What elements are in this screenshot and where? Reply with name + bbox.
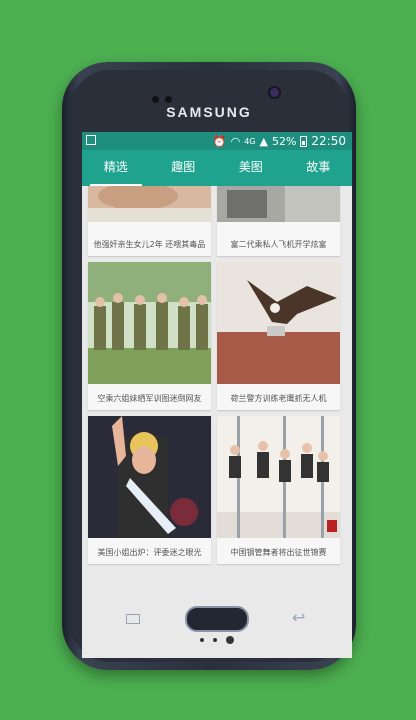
front-camera: [270, 88, 279, 97]
news-card[interactable]: 中国钢管舞者将出征世锦赛: [217, 416, 340, 564]
screen: ⏰ ◠ 4G ▲ 52% 22:50 精选 趣图 美图 故事 他强奸亲生女儿2年…: [82, 132, 352, 658]
tab-funny[interactable]: 趣图: [150, 150, 218, 186]
battery-icon: [300, 135, 308, 147]
recent-apps-icon[interactable]: [126, 614, 140, 624]
card-caption: 富二代乘私人飞机开学炫富: [230, 240, 327, 249]
card-grid: 他强奸亲生女儿2年 还喂其毒品 富二代乘私人飞机开学炫富 空乘六姐妹晒军训图迷倒…: [82, 186, 352, 658]
news-card[interactable]: 空乘六姐妹晒军训图迷倒网友: [88, 262, 211, 410]
card-caption: 空乘六姐妹晒军训图迷倒网友: [97, 394, 202, 403]
clock: 22:50: [311, 134, 346, 148]
page-dot[interactable]: [199, 637, 204, 642]
news-card[interactable]: 他强奸亲生女儿2年 还喂其毒品: [88, 186, 211, 256]
page-dot-active[interactable]: [226, 635, 235, 644]
news-card[interactable]: 荷兰警方训练老鹰抓无人机: [217, 262, 340, 410]
page-dot[interactable]: [213, 637, 217, 642]
wifi-icon: ◠: [230, 134, 241, 148]
tab-featured[interactable]: 精选: [82, 150, 150, 186]
hardware-keys: ↩: [70, 606, 348, 636]
screenshot-notification-icon: [86, 135, 96, 145]
card-caption: 荷兰警方训练老鹰抓无人机: [230, 394, 327, 403]
alarm-icon: ⏰: [212, 134, 227, 148]
tab-bar: 精选 趣图 美图 故事: [82, 150, 352, 186]
card-image: [88, 416, 211, 538]
battery-percent: 52%: [271, 134, 297, 148]
tab-stories[interactable]: 故事: [285, 150, 353, 186]
news-card[interactable]: 美国小姐出炉：评委迷之眼光: [88, 416, 211, 564]
card-image: [217, 262, 340, 384]
home-button[interactable]: [185, 606, 249, 632]
card-caption: 他强奸亲生女儿2年 还喂其毒品: [93, 240, 206, 249]
card-image: [88, 262, 211, 384]
status-bar: ⏰ ◠ 4G ▲ 52% 22:50: [82, 132, 352, 150]
phone-frame: SAMSUNG ⏰ ◠ 4G ▲ 52% 22:50 精选 趣图 美图 故事 他…: [62, 62, 356, 670]
card-image: [217, 186, 340, 222]
card-caption: 美国小姐出炉：评委迷之眼光: [97, 548, 202, 557]
device-brand: SAMSUNG: [166, 104, 252, 120]
tab-beauty[interactable]: 美图: [217, 150, 285, 186]
card-caption: 中国钢管舞者将出征世锦赛: [230, 548, 327, 557]
news-card[interactable]: 富二代乘私人飞机开学炫富: [217, 186, 340, 256]
network-type: 4G: [244, 136, 256, 146]
back-icon[interactable]: ↩: [292, 608, 305, 627]
card-image: [217, 416, 340, 538]
phone-body: SAMSUNG ⏰ ◠ 4G ▲ 52% 22:50 精选 趣图 美图 故事 他…: [70, 70, 352, 662]
card-image: [88, 186, 211, 222]
status-right: ⏰ ◠ 4G ▲ 52% 22:50: [213, 134, 346, 148]
signal-icon: ▲: [259, 134, 268, 148]
